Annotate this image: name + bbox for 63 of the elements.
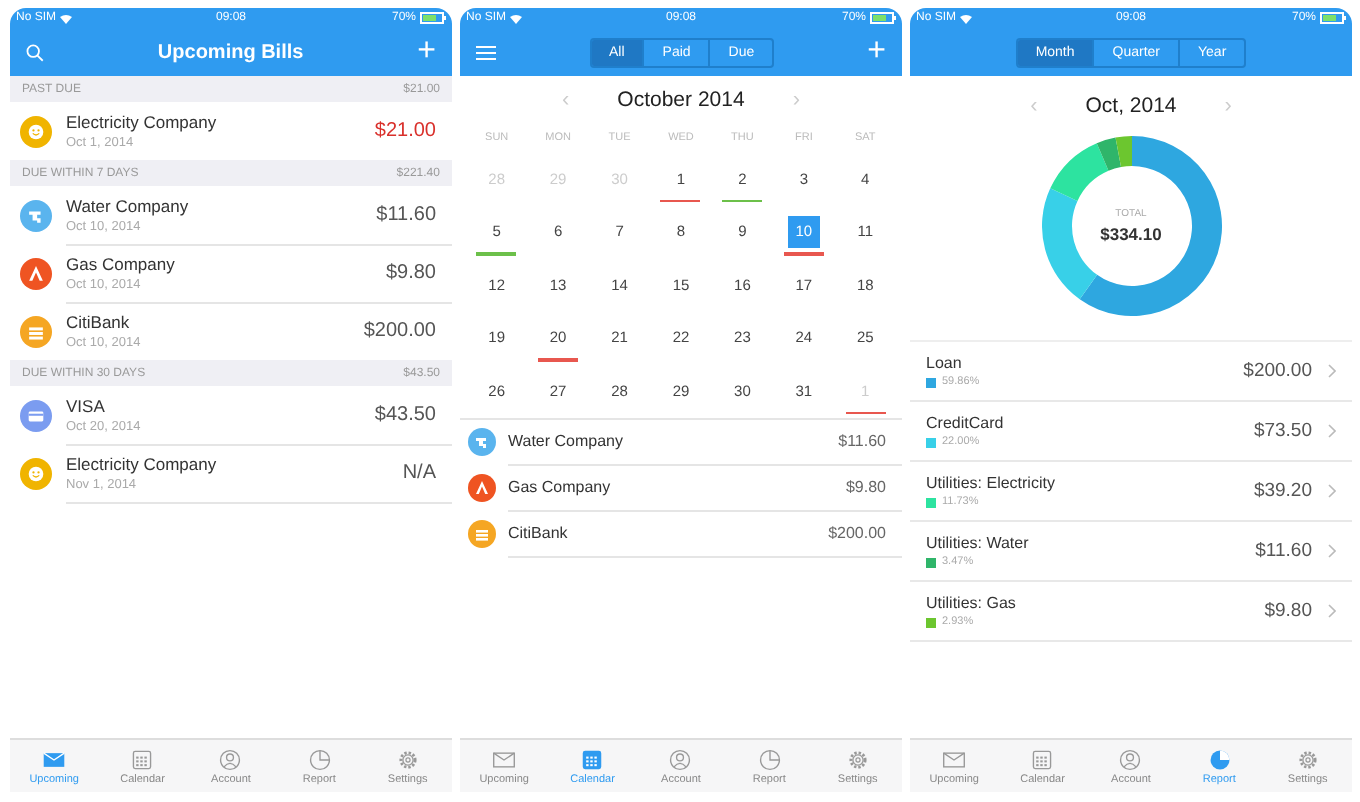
calendar-icon (580, 747, 605, 771)
category-name: Utilities: Water (926, 534, 1031, 552)
screen-title: Upcoming Bills (157, 41, 304, 63)
bill-name: CitiBank (508, 524, 568, 542)
pie-chart-icon (307, 747, 332, 771)
wifi-icon (960, 13, 973, 23)
calendar-icon (1030, 747, 1055, 771)
bill-amount: $43.50 (374, 403, 436, 425)
battery-icon (1320, 12, 1346, 24)
account-icon (668, 747, 693, 771)
chevron-icon (1328, 484, 1336, 498)
settings-icon (395, 747, 420, 771)
account-icon (218, 747, 243, 771)
mail-icon (942, 747, 967, 771)
bill-amount: N/A (402, 461, 436, 483)
battery-icon (420, 12, 446, 24)
category-name: CreditCard (926, 414, 1006, 432)
bill-row[interactable]: Gas Company $9.80 (460, 465, 902, 511)
bill-amount: $9.80 (385, 261, 436, 283)
category-amount: $200.00 (1243, 360, 1312, 382)
bill-row[interactable]: CitiBank $200.00 (460, 511, 902, 557)
bill-amount: $11.60 (376, 203, 436, 225)
search-icon[interactable] (26, 43, 44, 61)
category-name: Utilities: Electricity (926, 474, 1057, 492)
chevron-icon (1328, 604, 1336, 618)
pie-chart-icon (757, 747, 782, 771)
calendar-icon (130, 747, 155, 771)
mail-icon (492, 747, 517, 771)
settings-icon (1295, 747, 1320, 771)
bill-row[interactable]: Water Company $11.60 (460, 419, 902, 465)
account-icon (1118, 747, 1143, 771)
category-name: Loan (926, 354, 964, 372)
bill-amount: $200.00 (828, 524, 886, 542)
bill-amount: $11.60 (838, 432, 886, 450)
bill-name: Electricity Company (66, 453, 217, 473)
bill-name: Water Company (508, 432, 623, 450)
bill-amount: $200.00 (363, 319, 436, 341)
chevron-icon (1328, 424, 1336, 438)
mail-icon (42, 747, 67, 771)
menu-icon[interactable] (476, 45, 496, 59)
month-title: October 2014 (617, 88, 745, 112)
bill-name: VISA (66, 395, 107, 415)
category-amount: $73.50 (1253, 420, 1312, 442)
pie-chart-icon (1207, 747, 1232, 771)
bill-name: CitiBank (66, 311, 132, 331)
battery-icon (870, 12, 896, 24)
bill-name: Water Company (66, 195, 189, 215)
bill-name: Gas Company (66, 253, 175, 273)
category-amount: $9.80 (1264, 600, 1312, 622)
category-amount: $11.60 (1255, 540, 1312, 562)
settings-icon (845, 747, 870, 771)
wifi-icon (60, 13, 73, 23)
category-name: Utilities: Gas (926, 594, 1018, 612)
bill-amount: $9.80 (845, 478, 886, 496)
chevron-icon (1328, 544, 1336, 558)
category-amount: $39.20 (1253, 480, 1312, 502)
chevron-icon (1328, 364, 1336, 378)
bill-name: Gas Company (508, 478, 611, 496)
bill-name: Electricity Company (66, 111, 217, 131)
month-title: Oct, 2014 (1085, 94, 1177, 118)
bill-amount: $21.00 (374, 119, 436, 141)
total-amount: $334.10 (1100, 224, 1162, 244)
wifi-icon (510, 13, 523, 23)
